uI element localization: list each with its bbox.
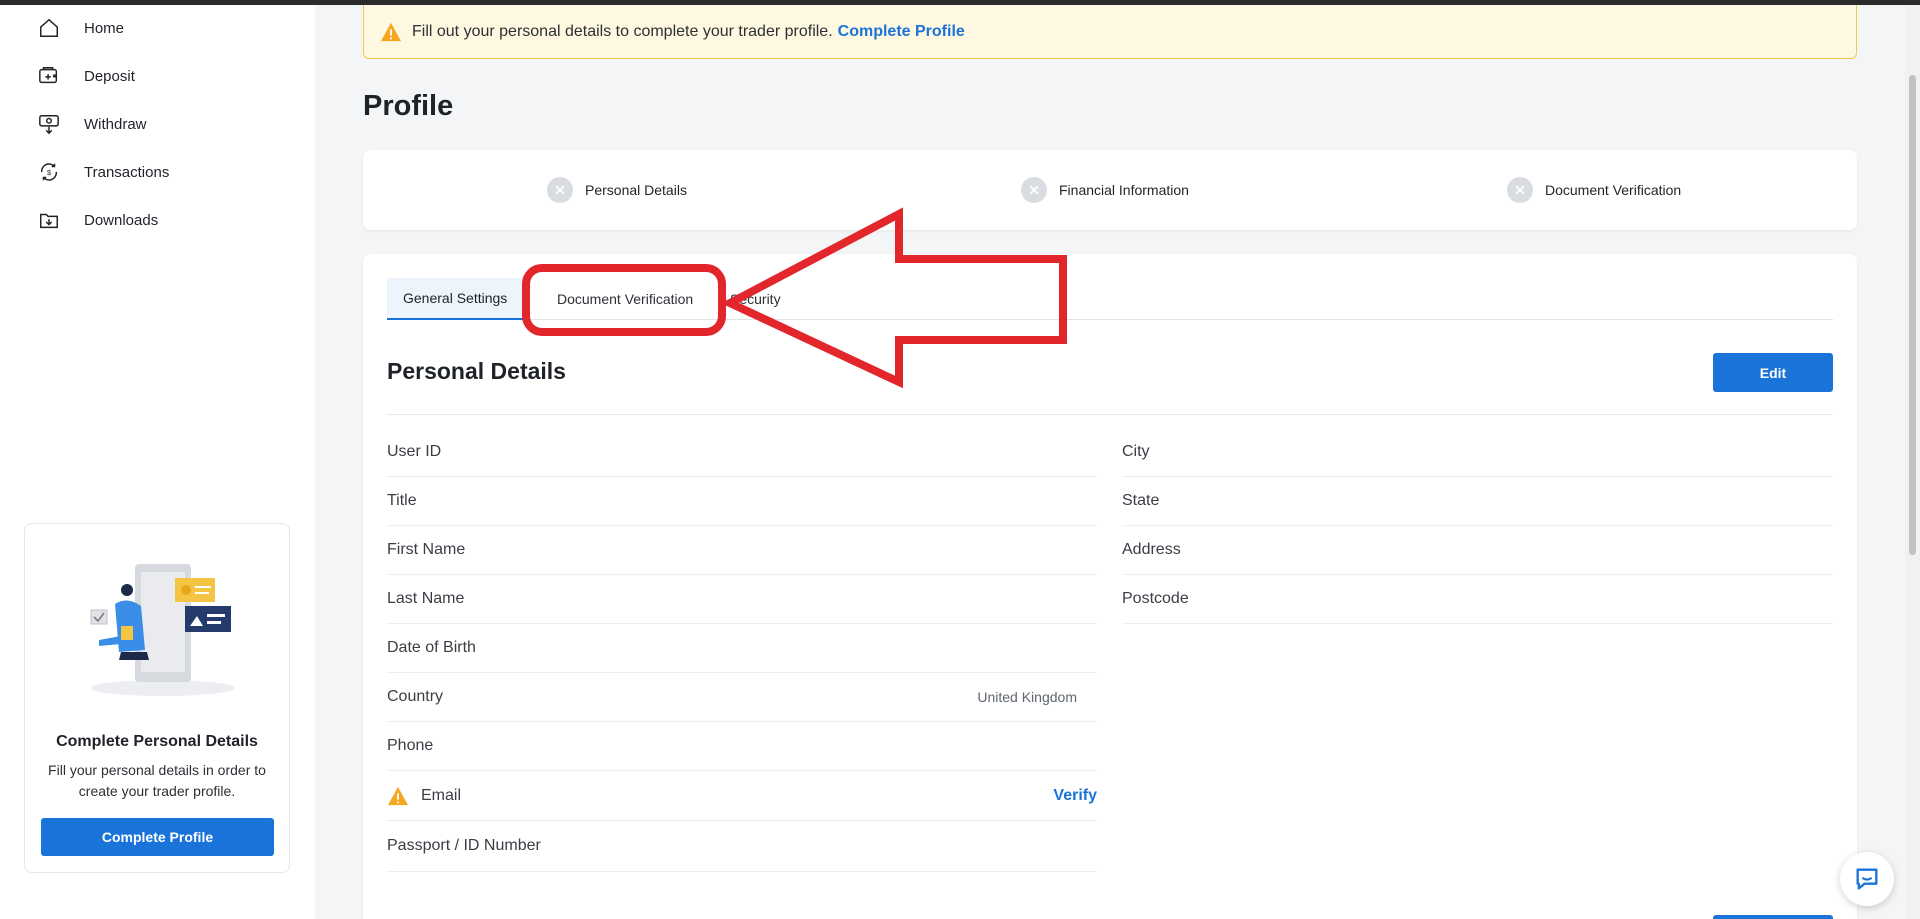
sidebar-item-label: Withdraw bbox=[84, 115, 147, 133]
verify-email-link[interactable]: Verify bbox=[1053, 787, 1097, 805]
field-label: Phone bbox=[387, 737, 434, 754]
field-city: City bbox=[1122, 428, 1833, 477]
bottom-action-button[interactable] bbox=[1713, 915, 1833, 919]
sidebar-item-transactions[interactable]: $ Transactions bbox=[38, 152, 169, 192]
promo-text: Fill your personal details in order to c… bbox=[48, 762, 266, 799]
field-date-of-birth: Date of Birth bbox=[387, 624, 1097, 673]
page-scrollbar[interactable] bbox=[1905, 5, 1920, 919]
page-title: Profile bbox=[363, 90, 454, 122]
warning-icon bbox=[381, 22, 401, 41]
promo-title: Complete Personal Details bbox=[56, 733, 258, 750]
field-label: Country bbox=[387, 688, 444, 705]
field-user-id: User ID bbox=[387, 428, 1097, 477]
field-label: User ID bbox=[387, 443, 442, 460]
step-label: Document Verification bbox=[1545, 182, 1682, 198]
field-label: State bbox=[1122, 492, 1160, 509]
field-last-name: Last Name bbox=[387, 575, 1097, 624]
step-label: Personal Details bbox=[585, 182, 687, 198]
transactions-icon: $ bbox=[40, 163, 58, 181]
withdraw-icon bbox=[39, 115, 59, 135]
chat-icon bbox=[1856, 868, 1878, 890]
field-label: Title bbox=[387, 492, 417, 509]
edit-button[interactable]: Edit bbox=[1713, 353, 1833, 392]
field-address: Address bbox=[1122, 526, 1833, 575]
alert-text: Fill out your personal details to comple… bbox=[412, 22, 965, 40]
section-title: Personal Details bbox=[387, 358, 566, 384]
field-label: First Name bbox=[387, 541, 466, 558]
field-label: Last Name bbox=[387, 590, 465, 607]
incomplete-x-icon bbox=[1507, 177, 1533, 203]
chat-support-button[interactable] bbox=[1840, 852, 1894, 906]
downloads-icon bbox=[40, 213, 58, 229]
field-label: Email bbox=[421, 786, 462, 804]
tab-security[interactable]: Security bbox=[714, 278, 797, 320]
field-title: Title bbox=[387, 477, 1097, 526]
section-divider bbox=[387, 414, 1833, 415]
profile-settings-card: General Settings Document Verification S… bbox=[363, 254, 1857, 919]
field-label: Date of Birth bbox=[387, 639, 476, 656]
home-icon bbox=[40, 18, 58, 37]
sidebar-item-label: Deposit bbox=[84, 67, 135, 85]
incomplete-x-icon bbox=[547, 177, 573, 203]
step-financial-information[interactable]: Financial Information bbox=[1021, 177, 1189, 203]
sidebar-item-label: Transactions bbox=[84, 163, 170, 181]
warning-icon bbox=[388, 786, 408, 805]
field-country: Country United Kingdom bbox=[387, 673, 1097, 722]
field-label: Postcode bbox=[1122, 590, 1189, 607]
field-email: Email Verify bbox=[387, 771, 1097, 821]
profile-progress-steps: Personal Details Financial Information D… bbox=[363, 150, 1857, 230]
step-personal-details[interactable]: Personal Details bbox=[547, 177, 687, 203]
field-label: City bbox=[1122, 443, 1150, 460]
field-label: Address bbox=[1122, 541, 1181, 558]
step-label: Financial Information bbox=[1059, 182, 1189, 198]
sidebar-item-deposit[interactable]: Deposit bbox=[38, 56, 135, 96]
country-value: United Kingdom bbox=[977, 689, 1077, 705]
sidebar: Home Deposit Withdraw $ Transactions Dow… bbox=[0, 5, 315, 919]
step-document-verification[interactable]: Document Verification bbox=[1507, 177, 1681, 203]
sidebar-item-home[interactable]: Home bbox=[38, 8, 124, 48]
deposit-icon bbox=[39, 67, 58, 84]
field-phone: Phone bbox=[387, 722, 1097, 771]
complete-profile-button[interactable]: Complete Profile bbox=[41, 818, 274, 856]
sidebar-item-label: Downloads bbox=[84, 211, 159, 229]
profile-alert-banner: Fill out your personal details to comple… bbox=[363, 5, 1857, 59]
sidebar-item-withdraw[interactable]: Withdraw bbox=[38, 104, 147, 144]
field-postcode: Postcode bbox=[1122, 575, 1833, 624]
field-passport-id: Passport / ID Number bbox=[387, 821, 1097, 872]
field-state: State bbox=[1122, 477, 1833, 526]
svg-text:$: $ bbox=[47, 168, 51, 177]
alert-complete-profile-link[interactable]: Complete Profile bbox=[838, 23, 965, 40]
sidebar-item-downloads[interactable]: Downloads bbox=[38, 200, 158, 240]
settings-tabs: General Settings Document Verification S… bbox=[387, 278, 1833, 320]
tab-document-verification[interactable]: Document Verification bbox=[541, 278, 709, 320]
field-first-name: First Name bbox=[387, 526, 1097, 575]
profile-illustration bbox=[90, 564, 235, 696]
scrollbar-thumb[interactable] bbox=[1909, 75, 1916, 555]
field-label: Passport / ID Number bbox=[387, 837, 541, 854]
incomplete-x-icon bbox=[1021, 177, 1047, 203]
sidebar-item-label: Home bbox=[84, 19, 125, 37]
complete-details-card: Complete Personal Details Fill your pers… bbox=[24, 523, 290, 873]
tab-general-settings[interactable]: General Settings bbox=[387, 278, 524, 320]
